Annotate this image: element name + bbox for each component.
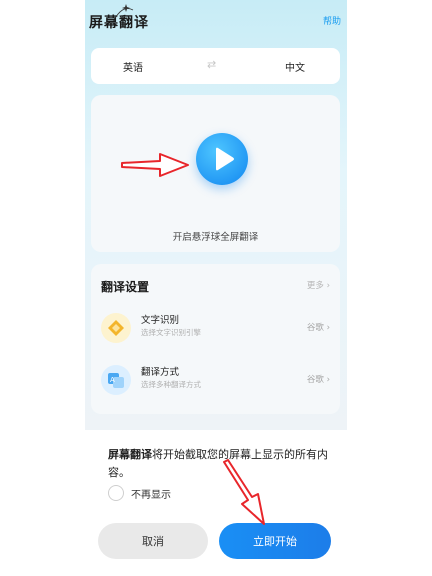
cancel-button[interactable]: 取消	[98, 523, 208, 559]
text-recognition-icon	[101, 313, 131, 343]
start-floating-ball-button[interactable]	[196, 133, 248, 185]
dialog-app-name: 屏幕翻译	[108, 448, 152, 461]
settings-title: 翻译设置	[101, 280, 150, 294]
screen: 屏幕翻译 帮助 英语 ⇄ 中文 开启悬浮球全屏翻译 翻译设置 更多 › 文字识别…	[0, 0, 432, 576]
swap-languages-icon[interactable]: ⇄	[207, 58, 216, 71]
translation-settings-card: 翻译设置 更多 › 文字识别 选择文字识别引擎 谷歌 › A 翻译方式 选择多种…	[91, 264, 340, 414]
permission-dialog: 屏幕翻译将开始截取您的屏幕上显示的所有内容。 不再显示 取消 立即开始	[0, 430, 432, 576]
annotation-arrow-down-icon	[223, 459, 265, 525]
setting-description: 选择文字识别引擎	[141, 328, 201, 337]
target-language-button[interactable]: 中文	[285, 59, 305, 74]
translation-method-icon: A	[101, 365, 131, 395]
setting-name: 文字识别	[141, 315, 180, 326]
play-icon	[216, 147, 234, 171]
setting-description: 选择多种翻译方式	[141, 380, 201, 389]
source-language-button[interactable]: 英语	[123, 59, 143, 74]
language-selector: 英语 ⇄ 中文	[91, 48, 340, 84]
setting-name: 翻译方式	[141, 367, 180, 378]
floating-ball-label: 开启悬浮球全屏翻译	[172, 232, 259, 243]
dont-show-again-label: 不再显示	[131, 490, 171, 501]
dont-show-again-checkbox[interactable]	[108, 485, 124, 501]
start-now-button[interactable]: 立即开始	[219, 523, 331, 559]
setting-row-translation-method[interactable]: A 翻译方式 选择多种翻译方式 谷歌 ›	[91, 360, 340, 400]
setting-value[interactable]: 谷歌 ›	[307, 321, 330, 333]
more-settings-link[interactable]: 更多 ›	[307, 279, 330, 291]
setting-value[interactable]: 谷歌 ›	[307, 373, 330, 385]
help-link[interactable]: 帮助	[323, 14, 341, 27]
setting-row-text-recognition[interactable]: 文字识别 选择文字识别引擎 谷歌 ›	[91, 308, 340, 348]
page-title: 屏幕翻译	[89, 15, 149, 31]
svg-text:A: A	[110, 376, 115, 384]
screen-translation-app: 屏幕翻译 帮助 英语 ⇄ 中文 开启悬浮球全屏翻译 翻译设置 更多 › 文字识别…	[85, 0, 347, 430]
annotation-arrow-icon	[121, 153, 189, 177]
